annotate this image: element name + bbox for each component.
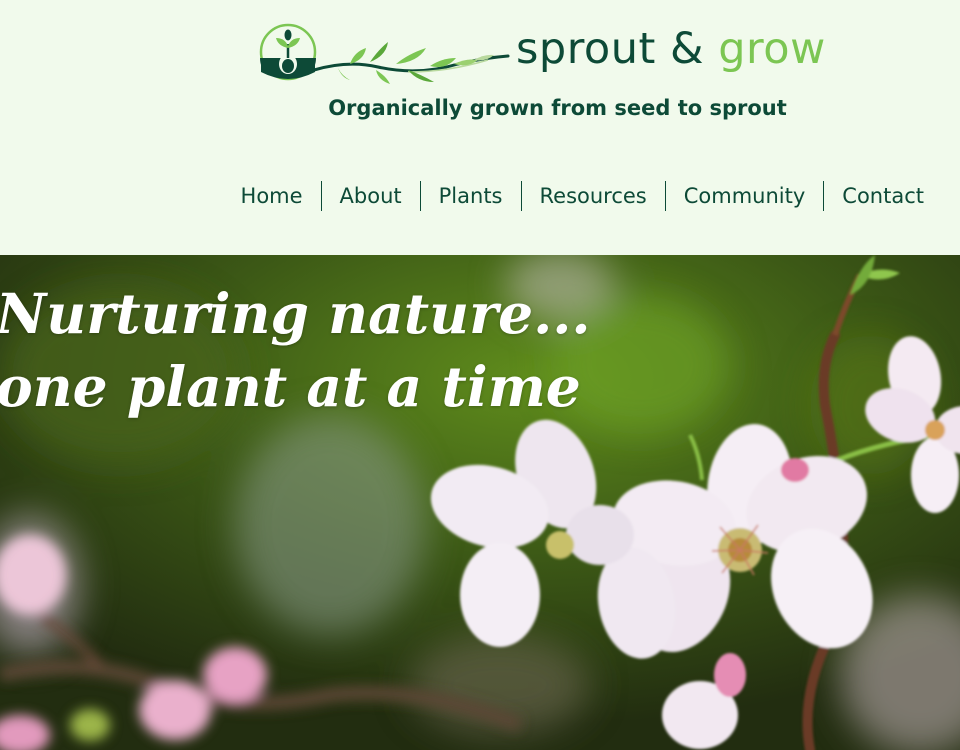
nav-community[interactable]: Community (664, 181, 824, 211)
brand-ampersand: & (670, 24, 705, 74)
main-nav: Home About Plants Resources Community Co… (223, 181, 942, 211)
seedling-logo-icon (259, 23, 510, 84)
hero-heading-line2: one plant at a time (0, 354, 581, 419)
brand-name-part1: sprout (516, 24, 656, 74)
nav-about[interactable]: About (320, 181, 420, 211)
brand-name: sprout & grow (516, 24, 826, 74)
brand-tagline: Organically grown from seed to sprout (328, 96, 787, 120)
hero-heading-line1: Nurturing nature... (0, 281, 591, 346)
nav-home[interactable]: Home (223, 181, 321, 211)
nav-contact[interactable]: Contact (823, 181, 942, 211)
site-logo[interactable]: sprout & grow (258, 20, 858, 86)
hero-heading: Nurturing nature... one plant at a time (0, 277, 591, 423)
nav-resources[interactable]: Resources (520, 181, 665, 211)
hero-banner: Nurturing nature... one plant at a time (0, 255, 960, 750)
nav-plants[interactable]: Plants (419, 181, 521, 211)
brand-name-part2: grow (718, 24, 826, 74)
site-header: sprout & grow Organically grown from see… (0, 0, 960, 255)
